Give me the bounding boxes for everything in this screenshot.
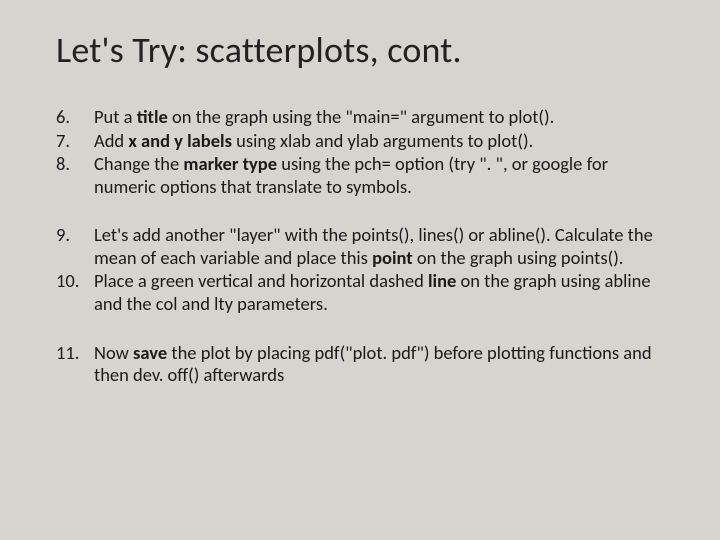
list-item: 9.Let's add another "layer" with the poi…	[56, 224, 664, 269]
item-number: 11.	[56, 342, 94, 387]
item-text: Change the marker type using the pch= op…	[94, 153, 664, 198]
item-text: Let's add another "layer" with the point…	[94, 224, 664, 269]
slide: Let's Try: scatterplots, cont. 6.Put a t…	[0, 0, 720, 540]
list-block: 11.Now save the plot by placing pdf("plo…	[56, 342, 664, 387]
item-number: 10.	[56, 270, 94, 315]
item-number: 8.	[56, 153, 94, 198]
item-number: 7.	[56, 130, 94, 153]
content: 6.Put a title on the graph using the "ma…	[56, 106, 664, 387]
list-block: 9.Let's add another "layer" with the poi…	[56, 224, 664, 315]
list-item: 6.Put a title on the graph using the "ma…	[56, 106, 664, 129]
item-number: 6.	[56, 106, 94, 129]
item-text: Now save the plot by placing pdf("plot. …	[94, 342, 664, 387]
item-text: Place a green vertical and horizontal da…	[94, 270, 664, 315]
item-text: Add x and y labels using xlab and ylab a…	[94, 130, 664, 153]
list-block: 6.Put a title on the graph using the "ma…	[56, 106, 664, 198]
item-text: Put a title on the graph using the "main…	[94, 106, 664, 129]
list-item: 11.Now save the plot by placing pdf("plo…	[56, 342, 664, 387]
list-item: 8.Change the marker type using the pch= …	[56, 153, 664, 198]
slide-title: Let's Try: scatterplots, cont.	[56, 28, 664, 72]
item-number: 9.	[56, 224, 94, 269]
list-item: 10.Place a green vertical and horizontal…	[56, 270, 664, 315]
list-item: 7.Add x and y labels using xlab and ylab…	[56, 130, 664, 153]
